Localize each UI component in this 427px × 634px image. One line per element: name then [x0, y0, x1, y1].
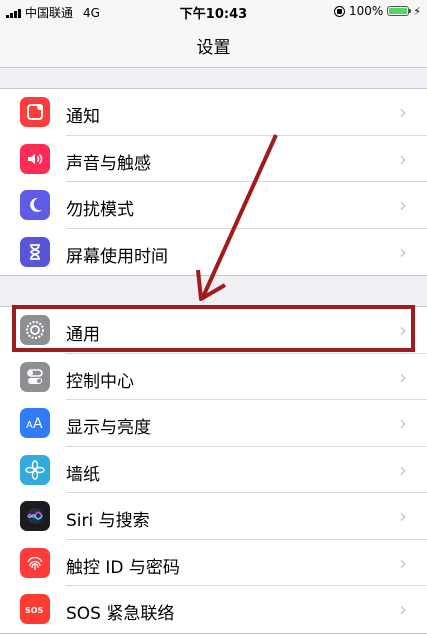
annotation-arrow — [196, 134, 278, 301]
svg-text:SOS: SOS — [25, 606, 44, 615]
arrow-shaft — [201, 134, 278, 298]
